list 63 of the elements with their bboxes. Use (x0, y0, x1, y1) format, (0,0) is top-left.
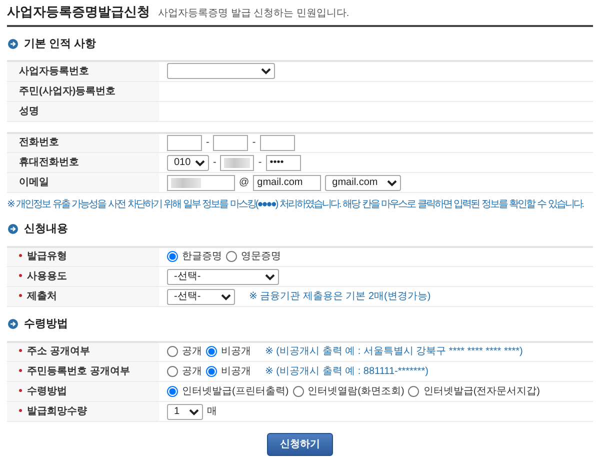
separator: - (252, 136, 256, 150)
section-title: 수령방법 (24, 317, 68, 332)
select-field[interactable]: 010 (167, 154, 209, 170)
note-text: ※ (비공개시 출력 예 : 서울특별시 강북구 **** **** **** ****) (265, 345, 523, 360)
note-text: ※ 금융기관 제출용은 기본 2매(변경가능) (249, 290, 431, 304)
select-field[interactable]: -선택- (167, 268, 279, 284)
input-field[interactable] (213, 134, 248, 151)
page-title: 사업자등록증명발급신청 (7, 3, 150, 21)
field-label: 사용용도 (27, 271, 67, 282)
unit-label: 매 (207, 405, 217, 419)
separator: @ (239, 176, 250, 190)
separator: - (206, 136, 210, 150)
input-field[interactable]: gmail.com (253, 174, 322, 190)
radio-label: 인터넷발급(전자문서지갑) (423, 385, 540, 399)
input-field[interactable] (260, 134, 295, 151)
input-field[interactable] (220, 154, 254, 170)
field-label: 성명 (19, 106, 39, 116)
radio-label: 비공개 (221, 345, 251, 360)
note-text: ※ (비공개시 출력 예 : 881111-*******) (265, 365, 428, 379)
radio-button[interactable] (167, 251, 178, 262)
radio-button[interactable] (167, 386, 178, 397)
arrow-circle-icon (8, 224, 18, 234)
select-field[interactable] (167, 63, 275, 80)
page-subtitle: 사업자등록증명 발급 신청하는 민원입니다. (158, 7, 350, 21)
radio-button[interactable] (408, 386, 420, 397)
field-label: 사업자등록번호 (19, 66, 89, 77)
radio-label: 공개 (182, 345, 202, 360)
radio-label: 비공개 (221, 365, 251, 379)
radio-button[interactable] (292, 386, 304, 397)
input-field[interactable] (167, 134, 202, 151)
field-label: 발급희망수량 (27, 406, 87, 417)
radio-label: 인터넷열람(화면조회) (308, 385, 404, 399)
submit-button[interactable]: 신청하기 (267, 433, 333, 456)
field-label: 제출처 (27, 291, 57, 302)
arrow-circle-icon (8, 319, 18, 330)
radio-button[interactable] (167, 366, 178, 377)
radio-button[interactable] (206, 346, 217, 358)
section-title: 신청내용 (24, 222, 68, 237)
input-field[interactable] (167, 174, 235, 190)
field-label: 휴대전화번호 (19, 157, 79, 168)
radio-button[interactable] (167, 346, 178, 358)
arrow-circle-icon (8, 38, 18, 49)
select-field[interactable]: gmail.com (325, 174, 402, 190)
separator: - (213, 156, 216, 170)
radio-button[interactable] (206, 366, 217, 377)
field-label: 이메일 (19, 177, 49, 188)
separator: - (258, 156, 262, 170)
field-label: 전화번호 (19, 137, 59, 148)
select-field[interactable]: 1 (167, 404, 203, 420)
field-label: 주소 공개여부 (27, 346, 90, 358)
radio-label: 공개 (182, 365, 202, 379)
radio-label: 한글증명 (182, 250, 222, 264)
radio-label: 영문증명 (241, 250, 281, 264)
field-label: 수령방법 (27, 386, 67, 397)
input-field[interactable]: •••• (266, 154, 301, 170)
field-label: 주민(사업자)등록번호 (19, 86, 116, 96)
notice-text: ※ 개인정보 유출 가능성을 사전 차단하기 위해 일부 정보를 마스킹(●●●●) 처리하였습니다. 해당 칸을 마우스로 클릭하면 입력된 정보를 확인할 수 있습니다. (7, 198, 584, 211)
select-field[interactable]: -선택- (167, 288, 235, 304)
radio-label: 인터넷발급(프린터출력) (182, 385, 289, 399)
section-title: 기본 인적 사항 (24, 36, 96, 52)
radio-button[interactable] (226, 251, 237, 262)
field-label: 주민등록번호 공개여부 (27, 366, 130, 377)
field-label: 발급유형 (27, 251, 67, 262)
